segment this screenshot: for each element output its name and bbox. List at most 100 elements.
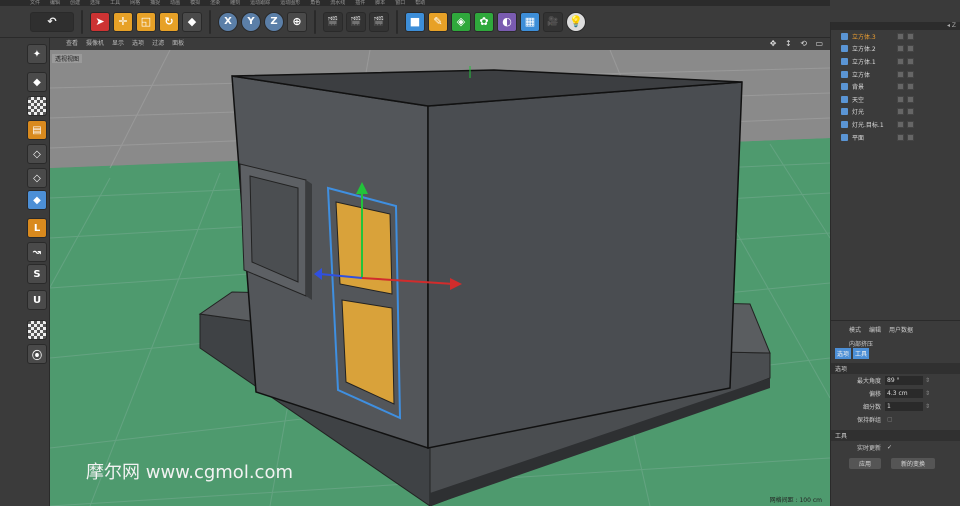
- axis-mode-icon[interactable]: L: [27, 218, 47, 238]
- viewport-menu-item[interactable]: 查看: [66, 38, 78, 50]
- apply-button[interactable]: 应用: [849, 458, 882, 469]
- cube-icon: [841, 45, 848, 53]
- floor-icon[interactable]: ▦: [520, 11, 540, 32]
- attribute-tab[interactable]: 用户数据: [889, 325, 913, 334]
- visibility-flag-icon[interactable]: [907, 83, 914, 91]
- object-row[interactable]: 灯光.目标.1: [831, 118, 960, 131]
- layer-flag-icon[interactable]: [897, 120, 904, 128]
- cloner-icon[interactable]: ✿: [474, 11, 494, 32]
- field-input[interactable]: 1: [885, 402, 923, 411]
- attribute-subtab[interactable]: 选项: [835, 347, 852, 359]
- subdivision-icon[interactable]: ◈: [451, 11, 471, 32]
- field-input[interactable]: 89 °: [885, 376, 923, 385]
- rotate-tool-icon[interactable]: ↻: [159, 11, 179, 32]
- perspective-viewport[interactable]: 查看 摄像机 显示 选项 过滤 面板 ✥ ↕ ⟲ ▭ 透视视图 摩尔网 www.cgmol…: [50, 38, 830, 506]
- z-axis-lock-button[interactable]: Z: [264, 11, 284, 32]
- object-manager-header[interactable]: ◂ Z: [831, 22, 960, 30]
- keep-groups-field[interactable]: 保持群组 ▢: [831, 413, 960, 426]
- object-row[interactable]: 立方体.2: [831, 43, 960, 56]
- layer-flag-icon[interactable]: [897, 70, 904, 78]
- object-flags[interactable]: [897, 120, 914, 128]
- object-row[interactable]: 平面: [831, 131, 960, 144]
- layer-flag-icon[interactable]: [897, 57, 904, 65]
- spinner-icon[interactable]: ⇕: [925, 390, 930, 397]
- object-flags[interactable]: [897, 45, 914, 53]
- attribute-tab[interactable]: 编辑: [869, 325, 881, 334]
- visibility-flag-icon[interactable]: [907, 32, 914, 40]
- field-input[interactable]: 4.3 cm: [885, 389, 923, 398]
- object-row[interactable]: 立方体: [831, 68, 960, 81]
- tweak-mode-icon[interactable]: ↝: [27, 242, 47, 262]
- texture-mode-icon[interactable]: [27, 96, 47, 116]
- select-tool-icon[interactable]: ➤: [90, 11, 110, 32]
- spinner-icon[interactable]: ⇕: [925, 377, 930, 384]
- deformer-icon[interactable]: ◐: [497, 11, 517, 32]
- layer-flag-icon[interactable]: [897, 45, 904, 53]
- layer-flag-icon[interactable]: [897, 108, 904, 116]
- model-mode-icon[interactable]: ◆: [27, 72, 47, 92]
- visibility-flag-icon[interactable]: [907, 95, 914, 103]
- scale-tool-icon[interactable]: ◱: [136, 11, 156, 32]
- attribute-manager: 模式 编辑 用户数据 内部挤压 选项 工具 选项 最大角度 89 ° ⇕ 偏移 4.3 cm ⇕…: [830, 320, 960, 506]
- object-row[interactable]: 立方体.1: [831, 55, 960, 68]
- object-flags[interactable]: [897, 57, 914, 65]
- new-transform-button[interactable]: 新的变换: [891, 458, 936, 469]
- viewport-menu-item[interactable]: 选项: [132, 38, 144, 50]
- object-label: 灯光: [852, 109, 865, 117]
- attribute-tab[interactable]: 模式: [849, 325, 861, 334]
- visibility-flag-icon[interactable]: [907, 57, 914, 65]
- object-flags[interactable]: [897, 83, 914, 91]
- object-flags[interactable]: [897, 32, 914, 40]
- object-row[interactable]: 天空: [831, 93, 960, 106]
- checkbox-icon[interactable]: ▢: [887, 416, 893, 423]
- visibility-flag-icon[interactable]: [907, 120, 914, 128]
- object-flags[interactable]: [897, 70, 914, 78]
- make-editable-icon[interactable]: ✦: [27, 44, 47, 64]
- viewport-menu-item[interactable]: 摄像机: [86, 38, 104, 50]
- cube-primitive-icon[interactable]: ■: [405, 11, 425, 32]
- render-view-icon[interactable]: 🎬: [323, 11, 343, 32]
- lock-workplane-icon[interactable]: ⦿: [27, 344, 47, 364]
- object-row[interactable]: 背景: [831, 80, 960, 93]
- object-label: 立方体: [852, 71, 871, 79]
- visibility-flag-icon[interactable]: [907, 133, 914, 141]
- workplane-grid-icon[interactable]: [27, 320, 47, 340]
- visibility-flag-icon[interactable]: [907, 70, 914, 78]
- camera-icon[interactable]: 🎥: [543, 11, 563, 32]
- realtime-update-checkbox[interactable]: ✓: [887, 444, 892, 451]
- move-tool-icon[interactable]: ✛: [113, 11, 133, 32]
- snap-icon[interactable]: S: [27, 264, 47, 284]
- workplane-icon[interactable]: ▤: [27, 120, 47, 140]
- object-flags[interactable]: [897, 108, 914, 116]
- render-picture-viewer-icon[interactable]: 🎬: [346, 11, 366, 32]
- light-icon[interactable]: 💡: [566, 11, 586, 32]
- object-flags[interactable]: [897, 133, 914, 141]
- viewport-menu-item[interactable]: 过滤: [152, 38, 164, 50]
- y-axis-lock-button[interactable]: Y: [241, 11, 261, 32]
- visibility-flag-icon[interactable]: [907, 108, 914, 116]
- realtime-update-field[interactable]: 实时更新 ✓: [831, 441, 960, 454]
- viewport-navigation-icons[interactable]: ✥ ↕ ⟲ ▭: [770, 39, 826, 48]
- layer-flag-icon[interactable]: [897, 83, 904, 91]
- visibility-flag-icon[interactable]: [907, 45, 914, 53]
- cube-object-icon[interactable]: ◆: [182, 11, 202, 32]
- layer-flag-icon[interactable]: [897, 32, 904, 40]
- spinner-icon[interactable]: ⇕: [925, 403, 930, 410]
- object-flags[interactable]: [897, 95, 914, 103]
- object-row[interactable]: 立方体.3: [831, 30, 960, 43]
- layer-flag-icon[interactable]: [897, 95, 904, 103]
- viewport-menu-item[interactable]: 显示: [112, 38, 124, 50]
- x-axis-lock-button[interactable]: X: [218, 11, 238, 32]
- object-row[interactable]: 灯光: [831, 106, 960, 119]
- magnet-icon[interactable]: U: [27, 290, 47, 310]
- viewport-menu-item[interactable]: 面板: [172, 38, 184, 50]
- polygons-mode-icon[interactable]: ◆: [27, 190, 47, 210]
- render-settings-icon[interactable]: 🎬: [369, 11, 389, 32]
- coordinate-system-icon[interactable]: ⊕: [287, 11, 307, 32]
- layer-flag-icon[interactable]: [897, 133, 904, 141]
- pen-spline-icon[interactable]: ✎: [428, 11, 448, 32]
- points-mode-icon[interactable]: ◇: [27, 144, 47, 164]
- attribute-subtab[interactable]: 工具: [853, 347, 870, 359]
- edges-mode-icon[interactable]: ◇: [27, 168, 47, 188]
- undo-icon[interactable]: ↶: [30, 11, 74, 32]
